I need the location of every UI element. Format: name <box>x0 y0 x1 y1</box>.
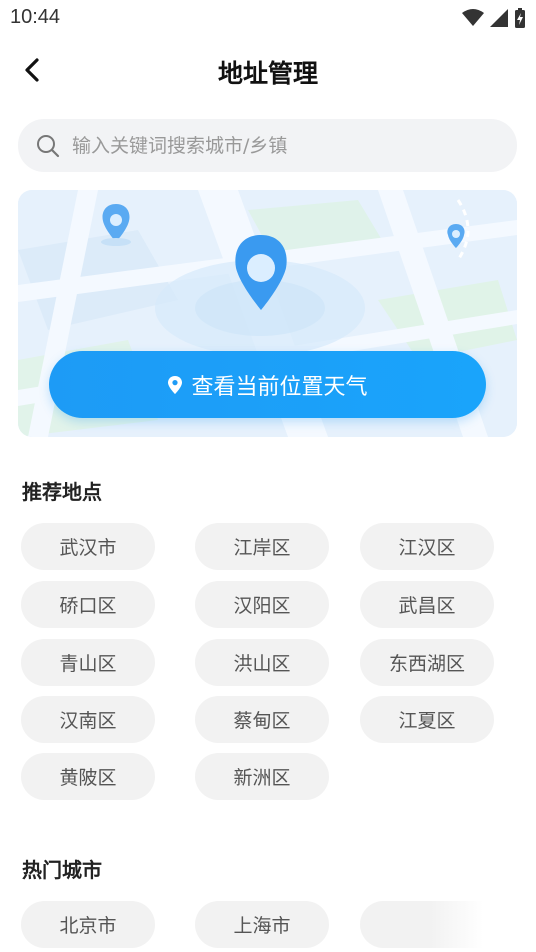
locate-button-label: 查看当前位置天气 <box>191 374 368 400</box>
nav-bar: 地址管理 <box>0 40 536 100</box>
battery-icon <box>515 8 525 28</box>
location-chip[interactable]: 新洲区 <box>195 753 329 800</box>
map-card: 查看当前位置天气 <box>18 190 517 437</box>
search-icon <box>37 134 60 157</box>
search-box[interactable] <box>18 119 517 172</box>
recommended-section-title: 推荐地点 <box>22 480 102 504</box>
location-chip[interactable]: 青山区 <box>21 639 155 686</box>
status-icons <box>462 8 526 28</box>
status-bar: 10:44 <box>0 0 536 36</box>
location-chip[interactable]: 江汉区 <box>360 523 494 570</box>
search-input[interactable] <box>70 133 474 158</box>
location-chip[interactable]: 武汉市 <box>21 523 155 570</box>
location-chip[interactable]: 江岸区 <box>195 523 329 570</box>
status-time: 10:44 <box>10 6 61 28</box>
location-chip[interactable]: 江夏区 <box>360 696 494 743</box>
location-chip[interactable]: 蔡甸区 <box>195 696 329 743</box>
hot-cities-section-title: 热门城市 <box>22 858 102 882</box>
location-chip[interactable]: 硚口区 <box>21 581 155 628</box>
view-current-location-weather-button[interactable]: 查看当前位置天气 <box>49 351 486 418</box>
wifi-icon <box>462 9 484 26</box>
city-chip-faded[interactable] <box>360 901 536 948</box>
location-chip[interactable]: 汉南区 <box>21 696 155 743</box>
location-chip[interactable]: 汉阳区 <box>195 581 329 628</box>
location-chip[interactable]: 洪山区 <box>195 639 329 686</box>
location-chip[interactable]: 黄陂区 <box>21 753 155 800</box>
signal-icon <box>490 9 508 27</box>
page-title: 地址管理 <box>217 59 318 88</box>
location-chip[interactable]: 武昌区 <box>360 581 494 628</box>
city-chip[interactable]: 北京市 <box>21 901 155 948</box>
location-chip[interactable]: 东西湖区 <box>360 639 494 686</box>
city-chip[interactable]: 上海市 <box>195 901 329 948</box>
location-pin-icon <box>168 375 183 394</box>
